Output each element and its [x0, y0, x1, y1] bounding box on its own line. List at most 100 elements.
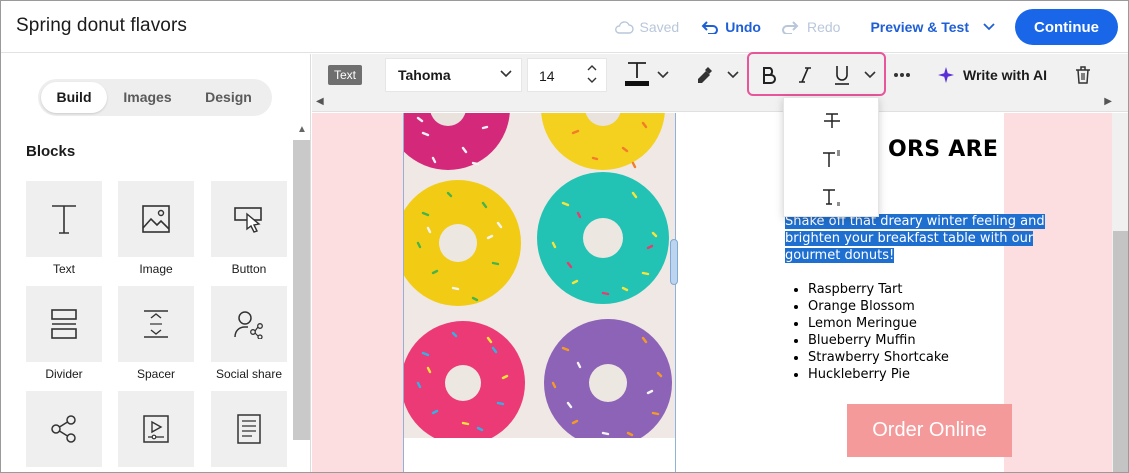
- left-panel-scrollbar[interactable]: ▲: [293, 120, 310, 472]
- left-panel: Build Images Design Blocks Text Image Bu…: [1, 54, 311, 472]
- more-options-button[interactable]: [892, 62, 912, 88]
- scroll-up-arrow-icon[interactable]: ▲: [297, 124, 307, 135]
- format-toolbar: Text Tahoma 14 Write with AI ◀ ▶: [312, 52, 1128, 112]
- chevron-down-icon: [983, 23, 995, 31]
- highlight-dropdown[interactable]: [725, 62, 741, 88]
- trash-icon: [1076, 66, 1090, 84]
- social-share-icon: [234, 311, 263, 339]
- block-divider-label: Divider: [45, 367, 83, 381]
- panel-tabs: Build Images Design: [38, 79, 272, 116]
- tab-images[interactable]: Images: [107, 82, 188, 113]
- chevron-down-icon: [727, 71, 739, 79]
- text-color-icon: [625, 62, 649, 86]
- block-type-badge: Text: [328, 65, 363, 85]
- email-body: SPRIN ORS ARE Shake off that dreary wint…: [403, 113, 1045, 472]
- donuts-photo: [403, 113, 675, 438]
- write-with-ai-button[interactable]: Write with AI: [937, 66, 1047, 84]
- top-bar: Spring donut flavors Saved Undo Redo Pre…: [1, 1, 1128, 53]
- block-text[interactable]: [26, 181, 102, 257]
- top-actions: Saved Undo Redo Preview & Test Continue: [594, 9, 1118, 45]
- block-document[interactable]: [211, 391, 287, 467]
- undo-button[interactable]: Undo: [699, 19, 761, 35]
- block-image[interactable]: [118, 181, 194, 257]
- sparkle-icon: [938, 67, 954, 83]
- highlight-button[interactable]: [692, 62, 716, 88]
- button-icon: [234, 207, 262, 233]
- more-horizontal-icon: [894, 73, 910, 77]
- cloud-icon: [614, 21, 634, 34]
- italic-button[interactable]: [795, 62, 815, 88]
- superscript-icon: [823, 150, 840, 167]
- text-icon: [52, 205, 76, 234]
- column-border: [403, 113, 404, 472]
- continue-button[interactable]: Continue: [1015, 9, 1118, 45]
- selected-body-text[interactable]: Shake off that dreary winter feeling and…: [785, 214, 1045, 263]
- font-size-stepper[interactable]: 14: [527, 58, 607, 92]
- divider-icon: [51, 309, 77, 339]
- block-button[interactable]: [211, 181, 287, 257]
- preview-test-button[interactable]: Preview & Test: [870, 19, 999, 35]
- chevron-up-icon[interactable]: [586, 62, 598, 74]
- chevron-down-icon[interactable]: [586, 74, 598, 86]
- undo-icon: [701, 21, 719, 34]
- canvas-scrollbar[interactable]: [1112, 113, 1128, 472]
- document-title[interactable]: Spring donut flavors: [16, 15, 187, 37]
- blocks-heading: Blocks: [26, 143, 76, 160]
- stepper-arrows[interactable]: [586, 62, 598, 86]
- block-spacer[interactable]: [118, 286, 194, 362]
- block-divider[interactable]: [26, 286, 102, 362]
- redo-button[interactable]: Redo: [781, 19, 840, 35]
- column-resize-handle[interactable]: [670, 239, 678, 285]
- flavor-list[interactable]: Raspberry Tart Orange Blossom Lemon Meri…: [808, 281, 949, 383]
- left-scroll-thumb[interactable]: [293, 140, 310, 440]
- list-item: Strawberry Shortcake: [808, 349, 949, 366]
- subscript-icon: [823, 189, 840, 206]
- column-border: [675, 113, 676, 472]
- saved-status: Saved: [614, 19, 679, 35]
- chevron-down-icon: [864, 71, 876, 79]
- video-icon: [143, 415, 169, 443]
- document-icon: [237, 414, 261, 444]
- block-spacer-label: Spacer: [136, 367, 176, 381]
- scroll-left-arrow-icon[interactable]: ◀: [316, 96, 324, 107]
- canvas-scroll-thumb[interactable]: [1113, 231, 1128, 472]
- tab-build[interactable]: Build: [41, 82, 107, 113]
- block-text-label: Text: [52, 262, 75, 276]
- share-icon: [51, 415, 76, 443]
- block-share[interactable]: [26, 391, 102, 467]
- block-image-label: Image: [139, 262, 173, 276]
- font-family-select[interactable]: Tahoma: [385, 58, 522, 92]
- more-styles-dropdown[interactable]: [862, 62, 878, 88]
- order-online-button[interactable]: Order Online: [847, 404, 1012, 457]
- strikethrough-option[interactable]: [784, 102, 880, 140]
- delete-button[interactable]: [1072, 62, 1094, 88]
- block-button-label: Button: [231, 262, 267, 276]
- block-social-share-label: Social share: [215, 367, 283, 381]
- app-window: Spring donut flavors Saved Undo Redo Pre…: [0, 0, 1129, 473]
- text-color-button[interactable]: [622, 60, 652, 86]
- list-item: Lemon Meringue: [808, 315, 949, 332]
- spacer-icon: [144, 310, 168, 338]
- list-item: Orange Blossom: [808, 298, 949, 315]
- bold-button[interactable]: [759, 62, 779, 88]
- tab-design[interactable]: Design: [188, 82, 269, 113]
- strikethrough-icon: [824, 113, 840, 128]
- redo-label: Redo: [806, 19, 841, 35]
- scroll-right-arrow-icon[interactable]: ▶: [1104, 96, 1112, 107]
- email-body-text[interactable]: Shake off that dreary winter feeling and…: [785, 213, 1085, 264]
- donuts-image[interactable]: [403, 113, 675, 438]
- underline-button[interactable]: [831, 62, 853, 88]
- superscript-option[interactable]: [784, 140, 880, 178]
- write-with-ai-label: Write with AI: [963, 67, 1047, 83]
- text-color-dropdown[interactable]: [655, 62, 671, 88]
- chevron-down-icon: [500, 70, 512, 78]
- block-video[interactable]: [118, 391, 194, 467]
- italic-icon: [799, 67, 811, 83]
- preview-label: Preview & Test: [870, 19, 969, 35]
- list-item: Blueberry Muffin: [808, 332, 949, 349]
- underline-icon: [835, 66, 849, 85]
- font-size-value: 14: [539, 68, 555, 84]
- block-social-share[interactable]: [211, 286, 287, 362]
- subscript-option[interactable]: [784, 178, 880, 216]
- bold-icon: [763, 67, 776, 84]
